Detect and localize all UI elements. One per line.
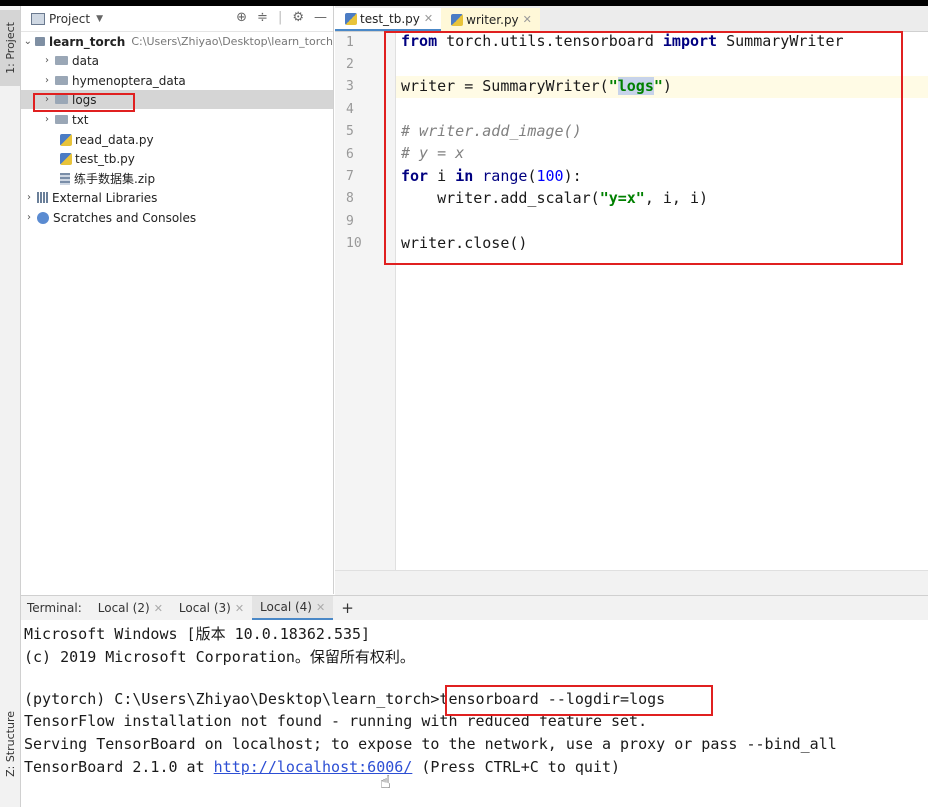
line-number: 10: [346, 236, 362, 251]
project-tool-tab[interactable]: 1: Project: [0, 10, 20, 86]
python-file-icon: [451, 13, 464, 26]
editor-tab-bar: test_tb.py ✕ writer.py ✕: [335, 6, 928, 32]
line-number: 6: [346, 147, 354, 162]
terminal-line: TensorBoard 2.1.0 at http://localhost:60…: [24, 758, 621, 776]
tree-item-path: C:\Users\Zhiyao\Desktop\learn_torch: [131, 35, 333, 48]
editor-footer: [335, 570, 928, 595]
new-terminal-button[interactable]: +: [333, 599, 362, 617]
tree-item-external-libraries[interactable]: › External Libraries: [21, 188, 333, 207]
tree-item-label: Scratches and Consoles: [53, 210, 197, 225]
python-file-icon: [60, 133, 72, 146]
folder-icon: [55, 115, 68, 124]
terminal-tab-local-3[interactable]: Local (3) ✕: [171, 596, 252, 620]
hide-panel-icon[interactable]: —: [314, 10, 327, 25]
tree-item-label: 练手数据集.zip: [74, 172, 156, 186]
structure-tool-tab-label: Z: Structure: [3, 711, 17, 777]
close-icon[interactable]: ✕: [424, 12, 433, 25]
collapse-all-icon[interactable]: ≑: [257, 10, 268, 25]
folder-icon: [55, 56, 68, 65]
separator: |: [277, 10, 283, 25]
tree-item-label: txt: [72, 112, 89, 127]
scratches-icon: [37, 211, 49, 224]
tree-item-learn-torch[interactable]: ⌄ learn_torch C:\Users\Zhiyao\Desktop\le…: [21, 32, 333, 51]
tab-label: test_tb.py: [360, 11, 420, 26]
line-number: 1: [346, 35, 354, 50]
project-view-selector[interactable]: Project: [49, 12, 90, 26]
terminal-label: Terminal:: [27, 601, 82, 615]
project-tool-tab-label: 1: Project: [3, 22, 17, 74]
tree-item-label: read_data.py: [75, 132, 154, 147]
hand-cursor-icon: ☝: [380, 772, 391, 793]
terminal-tab-label: Local (3): [178, 601, 231, 615]
folder-icon: [34, 37, 45, 46]
tree-item-label: hymenoptera_data: [72, 73, 186, 88]
command-highlight-box: [445, 685, 713, 716]
close-icon[interactable]: ✕: [523, 13, 532, 26]
tree-item-hymenoptera-data[interactable]: › hymenoptera_data: [21, 71, 333, 90]
archive-file-icon: [60, 172, 70, 185]
terminal-line: Microsoft Windows [版本 10.0.18362.535]: [24, 625, 371, 643]
terminal-tab-local-2[interactable]: Local (2) ✕: [90, 596, 171, 620]
terminal-tab-local-4[interactable]: Local (4) ✕: [252, 596, 334, 620]
terminal-line: Serving TensorBoard on localhost; to exp…: [24, 735, 837, 753]
tab-writer-py[interactable]: writer.py ✕: [441, 8, 540, 31]
tree-item-label: External Libraries: [52, 190, 158, 205]
left-tool-strip: 1: Project Z: Structure: [0, 6, 21, 807]
logs-highlight-box: [33, 93, 135, 112]
project-view-icon: [31, 12, 45, 25]
line-number: 4: [346, 102, 354, 117]
close-icon[interactable]: ✕: [154, 602, 163, 615]
gear-icon[interactable]: ⚙: [292, 10, 304, 25]
line-number: 5: [346, 124, 354, 139]
chevron-right-icon[interactable]: ›: [41, 75, 53, 86]
tree-item-label: learn_torch: [48, 34, 126, 49]
python-file-icon: [345, 12, 357, 25]
tree-item-txt[interactable]: › txt: [21, 110, 333, 129]
tree-item-read-data-py[interactable]: read_data.py: [21, 130, 333, 149]
terminal-tab-label: Local (4): [260, 600, 312, 614]
chevron-right-icon[interactable]: ›: [23, 212, 35, 223]
terminal-tab-bar: Terminal: Local (2) ✕ Local (3) ✕ Local …: [21, 595, 928, 621]
chevron-down-icon[interactable]: ⌄: [23, 36, 33, 47]
code-highlight-box: [384, 31, 903, 265]
line-number: 7: [346, 169, 354, 184]
tree-item-scratches[interactable]: › Scratches and Consoles: [21, 208, 333, 227]
library-icon: [37, 192, 49, 203]
close-icon[interactable]: ✕: [316, 601, 325, 614]
tab-test-tb-py[interactable]: test_tb.py ✕: [335, 8, 442, 31]
chevron-right-icon[interactable]: ›: [23, 192, 35, 203]
python-file-icon: [60, 152, 72, 165]
project-panel-header: Project ▼ ⊕ ≑ | ⚙ —: [21, 6, 333, 32]
locate-icon[interactable]: ⊕: [236, 10, 247, 25]
close-icon[interactable]: ✕: [235, 602, 244, 615]
tab-label: writer.py: [466, 12, 519, 27]
tree-item-test-tb-py[interactable]: test_tb.py: [21, 149, 333, 168]
structure-tool-tab[interactable]: Z: Structure: [0, 706, 20, 782]
line-number: 8: [346, 191, 354, 206]
chevron-right-icon[interactable]: ›: [41, 55, 53, 66]
line-number: 2: [346, 57, 354, 72]
tree-item-label: test_tb.py: [75, 151, 135, 166]
chevron-down-icon[interactable]: ▼: [96, 14, 103, 24]
tree-item-label: data: [72, 53, 100, 68]
tree-item-zip[interactable]: 练手数据集.zip: [21, 169, 333, 188]
chevron-right-icon[interactable]: ›: [41, 114, 53, 125]
folder-icon: [55, 76, 68, 85]
line-number: 9: [346, 214, 354, 229]
terminal-tab-label: Local (2): [97, 601, 150, 615]
terminal-line: (c) 2019 Microsoft Corporation。保留所有权利。: [24, 648, 415, 666]
tree-item-data[interactable]: › data: [21, 51, 333, 70]
line-number: 3: [346, 79, 354, 94]
